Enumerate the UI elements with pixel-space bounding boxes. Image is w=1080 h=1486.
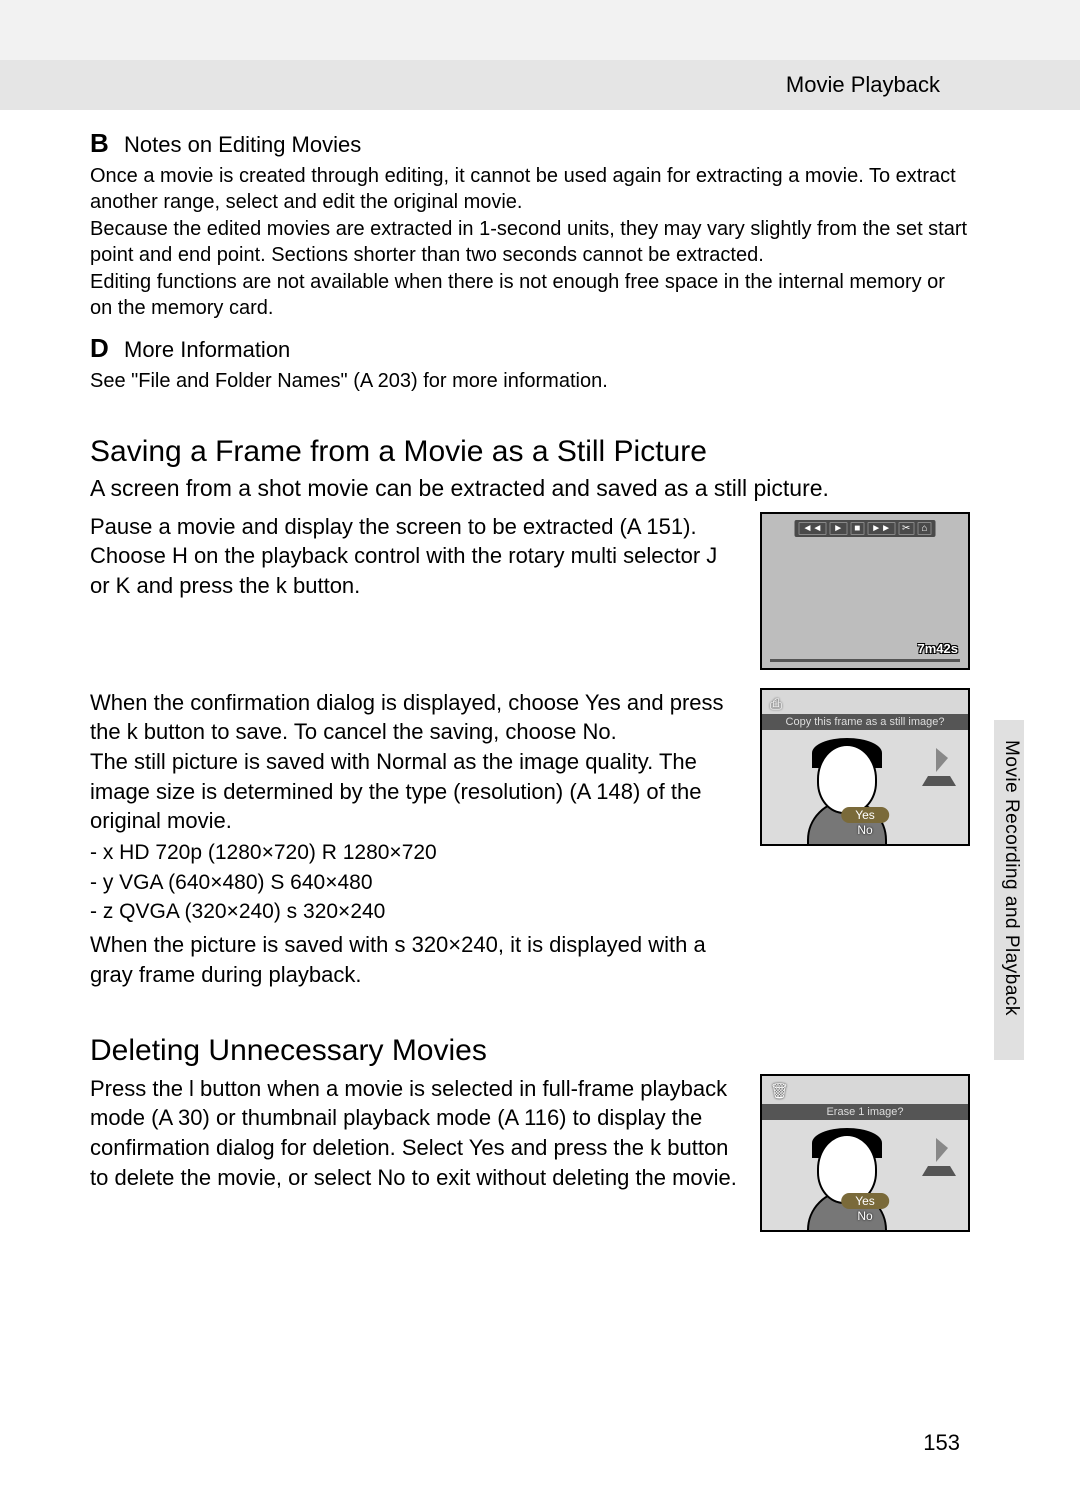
lcd-ctrl-cut[interactable]: ✂ (898, 522, 914, 535)
notes-title-2: More Information (124, 337, 290, 363)
saving-bullets: - x HD 720p (1280×720) R 1280×720 - y VG… (90, 838, 742, 926)
page-content: B Notes on Editing Movies Once a movie i… (0, 110, 1080, 1232)
saving-heading: Saving a Frame from a Movie as a Still P… (90, 435, 970, 469)
lcd-controls: ◄◄ ► ■ ►► ✂ ⌂ (795, 520, 936, 537)
saving-p2: When the confirmation dialog is displaye… (90, 688, 742, 836)
copy-frame-icon: ⎙ (770, 696, 782, 713)
lcd-ctrl-play[interactable]: ► (829, 522, 847, 535)
delete-yes[interactable]: Yes (841, 1193, 889, 1209)
boat-hull-2 (922, 1162, 956, 1176)
boat-sail (936, 748, 948, 772)
saving-row-2: When the confirmation dialog is displaye… (90, 688, 970, 990)
boat-hull (922, 772, 956, 786)
header-bar: Movie Playback (0, 60, 1080, 110)
copy-yes[interactable]: Yes (841, 807, 889, 823)
note-icon-d: D (90, 333, 112, 364)
notes-body-2: See "File and Folder Names" (A 203) for … (90, 368, 970, 394)
deleting-heading: Deleting Unnecessary Movies (90, 1034, 970, 1068)
scene-illustration-2: Yes No (762, 1120, 968, 1230)
notes-heading-1: B Notes on Editing Movies (90, 128, 970, 159)
saving-row-1: Pause a movie and display the screen to … (90, 512, 970, 670)
copy-prompt: Copy this frame as a still image? (762, 714, 968, 730)
saving-p3: When the picture is saved with s 320×240… (90, 930, 742, 989)
deleting-p1: Press the l button when a movie is selec… (90, 1074, 742, 1193)
trash-icon: 🗑 (770, 1082, 789, 1100)
delete-prompt: Erase 1 image? (762, 1104, 968, 1120)
saving-text-block: When the confirmation dialog is displaye… (90, 688, 742, 990)
lcd-confirm-delete: 🗑 Erase 1 image? Yes No (760, 1074, 970, 1232)
boat-sail-2 (936, 1138, 948, 1162)
lcd-ctrl-rewind[interactable]: ◄◄ (799, 522, 827, 535)
page-number: 153 (923, 1430, 960, 1456)
lcd-ctrl-frame[interactable]: ⌂ (917, 522, 931, 535)
copy-no[interactable]: No (841, 823, 889, 837)
top-band (0, 0, 1080, 60)
notes-heading-2: D More Information (90, 333, 970, 364)
person-face (817, 744, 877, 814)
lcd-confirm-copy: ⎙ Copy this frame as a still image? Yes … (760, 688, 970, 846)
side-section-label: Movie Recording and Playback (1000, 740, 1022, 1016)
notes-title-1: Notes on Editing Movies (124, 132, 361, 158)
delete-no[interactable]: No (841, 1209, 889, 1223)
delete-yesno: Yes No (841, 1193, 889, 1224)
saving-p1: Pause a movie and display the screen to … (90, 512, 742, 601)
notes-body-1: Once a movie is created through editing,… (90, 163, 970, 321)
copy-yesno: Yes No (841, 807, 889, 838)
deleting-row: Press the l button when a movie is selec… (90, 1074, 970, 1232)
header-title: Movie Playback (786, 72, 940, 98)
lcd-playback-screen: ◄◄ ► ■ ►► ✂ ⌂ 7m42s (760, 512, 970, 670)
scene-illustration: Yes No (762, 730, 968, 844)
saving-lead: A screen from a shot movie can be extrac… (90, 475, 970, 502)
lcd-ctrl-stop[interactable]: ■ (850, 522, 864, 535)
lcd-ctrl-ffwd[interactable]: ►► (867, 522, 895, 535)
lcd-progress (770, 659, 960, 662)
note-icon-b: B (90, 128, 112, 159)
lcd-time: 7m42s (918, 641, 958, 656)
